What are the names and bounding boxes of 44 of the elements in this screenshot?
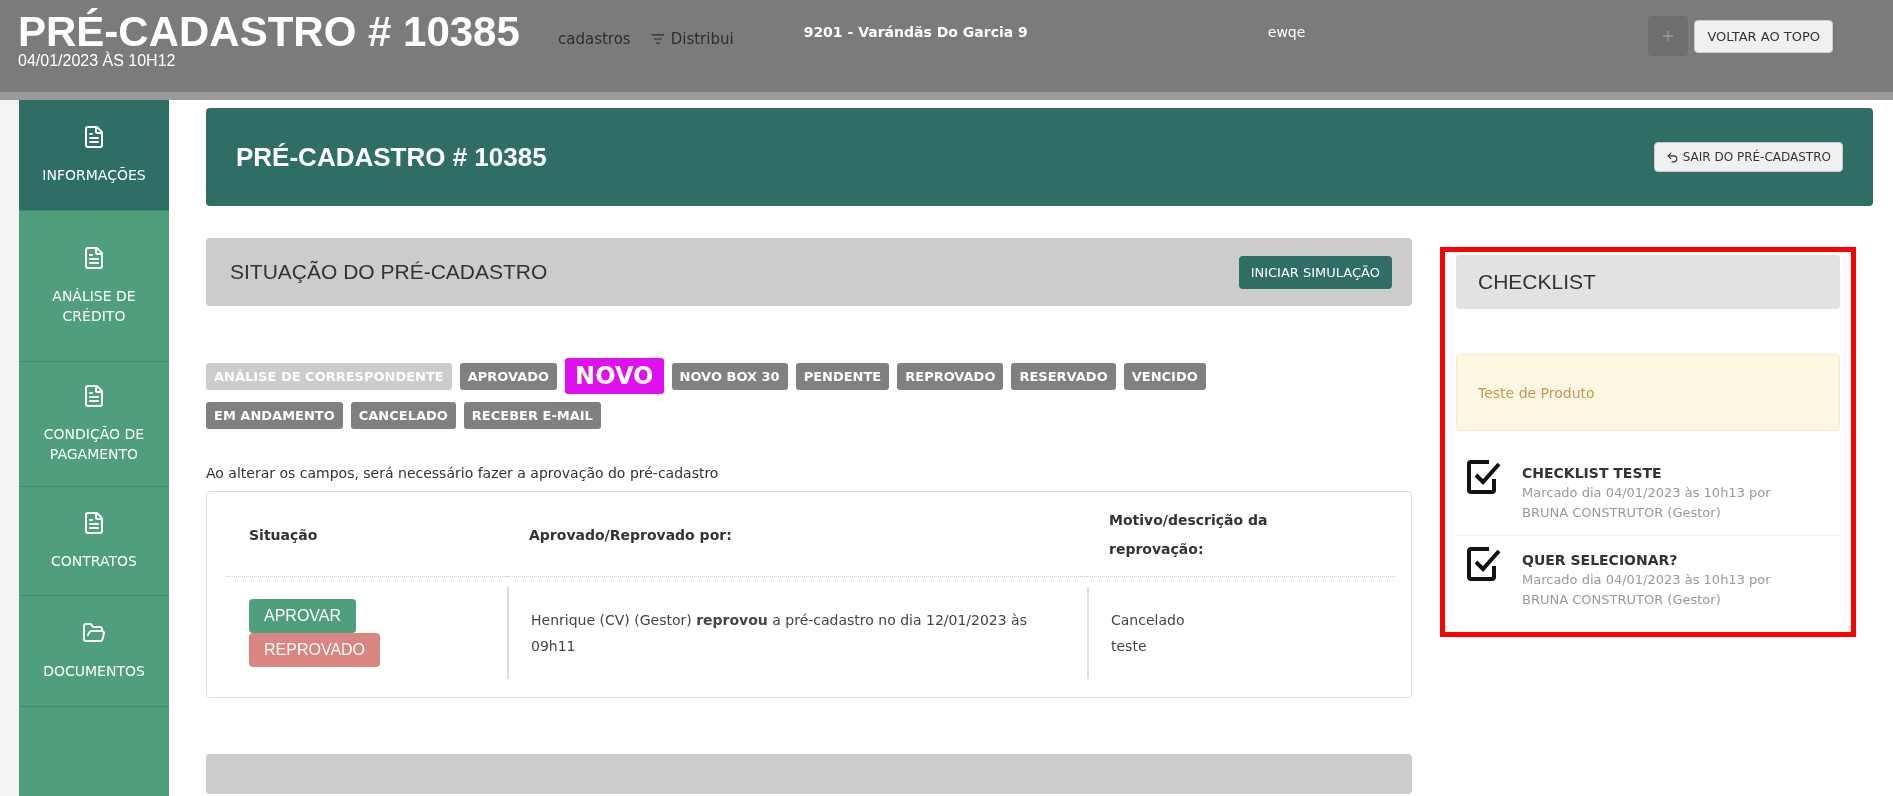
- approve-button[interactable]: APROVAR: [249, 599, 357, 633]
- status-tag[interactable]: NOVO: [565, 358, 664, 394]
- nav-link[interactable]: cadastros: [558, 30, 631, 48]
- project-name: 9201 - Varándãs Do Garcia 9: [803, 24, 1028, 40]
- status-tag[interactable]: NOVO BOX 30: [671, 362, 788, 390]
- checklist-item-meta: Marcado dia 04/01/2023 às 10h13 por BRUNA CONSTRUTOR (Gestor): [1522, 484, 1772, 522]
- checklist-item-meta: Marcado dia 04/01/2023 às 10h13 por BRUNA CONSTRUTOR (Gestor): [1522, 571, 1772, 609]
- reason-text: teste: [1111, 637, 1148, 656]
- approver-text: Henrique (CV) (Gestor) reprovou a pré-cadastro no dia 12/01/2023 às 09h11: [531, 611, 1028, 656]
- checklist-title: CHECKLIST: [1456, 255, 1840, 309]
- column-header: Aprovado/Reprovado por:: [507, 492, 1087, 577]
- sidebar-item[interactable]: INFORMAÇÕES: [19, 100, 169, 211]
- document-icon: [82, 511, 106, 535]
- status-tag[interactable]: REPROVADO: [897, 362, 1004, 390]
- add-button[interactable]: [1648, 16, 1689, 56]
- status-tag[interactable]: CANCELADO: [350, 402, 456, 429]
- status-tag[interactable]: EM ANDAMENTO: [206, 402, 343, 429]
- date-subtitle: 04/01/2023 ÀS 10H12: [18, 52, 177, 70]
- undo-arrow-icon: [1665, 150, 1679, 164]
- checklist-item-title: CHECKLIST TESTE: [1522, 465, 1663, 481]
- info-note: Ao alterar os campos, será necessário fazer a aprovação do pré-cadastro: [206, 465, 720, 481]
- column-header: Motivo/descrição da reprovação:: [1087, 492, 1395, 577]
- notice-alert: Teste de Produto: [1456, 354, 1840, 431]
- document-icon: [82, 246, 106, 270]
- panel-title: SITUAÇÃO DO PRÉ-CADASTRO: [230, 260, 548, 284]
- header-title: PRÉ-CADASTRO # 10385: [236, 141, 547, 173]
- folder-icon: [82, 621, 106, 645]
- status-tag[interactable]: RESERVADO: [1011, 362, 1116, 390]
- status-tag[interactable]: RECEBER E-MAIL: [463, 402, 601, 429]
- status-tag[interactable]: APROVADO: [459, 362, 558, 390]
- reject-button[interactable]: REPROVADO: [249, 633, 381, 667]
- filter-icon: [650, 32, 665, 46]
- nav-link[interactable]: Distribui: [650, 30, 734, 48]
- document-icon: [82, 125, 106, 149]
- column-header: Situação: [227, 492, 507, 577]
- simulation-button[interactable]: INICIAR SIMULAÇÃO: [1238, 255, 1392, 289]
- back-to-top-button[interactable]: VOLTAR AO TOPO: [1694, 20, 1833, 53]
- status-tag[interactable]: PENDENTE: [795, 362, 890, 390]
- document-icon: [82, 384, 106, 408]
- user-name: ewqe: [1267, 24, 1306, 40]
- checklist-item-title: QUER SELECIONAR?: [1522, 552, 1679, 568]
- exit-button[interactable]: SAIR DO PRÉ-CADASTRO: [1653, 142, 1843, 172]
- status-tag[interactable]: VENCIDO: [1123, 362, 1206, 390]
- reason-text: Cancelado: [1111, 611, 1186, 630]
